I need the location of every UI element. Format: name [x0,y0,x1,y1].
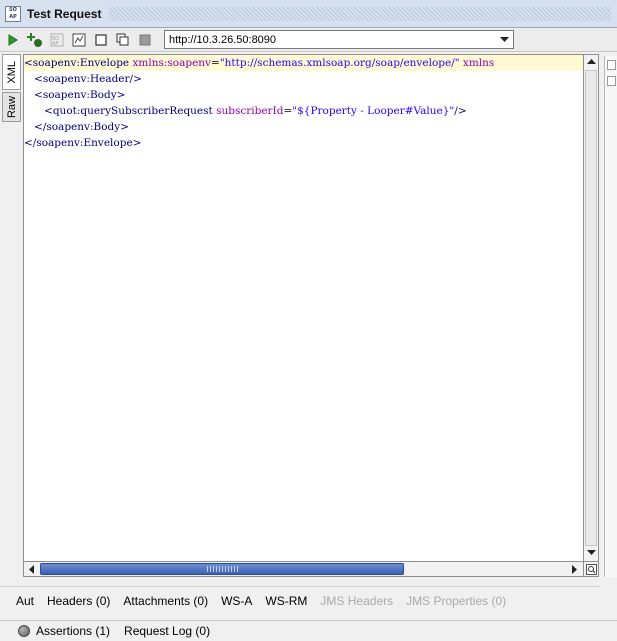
tab-jms-properties-0: JMS Properties (0) [406,593,507,608]
xml-token-tag: </soapenv:Body> [34,121,129,133]
xml-line[interactable]: <soapenv:Envelope xmlns:soapenv="http://… [24,55,583,71]
xml-token-str: "http://schemas.xmlsoap.org/soap/envelop… [219,57,460,69]
scroll-left-button[interactable] [25,562,39,576]
editor-view-tabs: XML Raw [2,54,22,574]
xml-token-attr: xmlns [459,57,495,69]
add-step-button[interactable] [26,31,44,49]
bottom-tabs-bar: Assertions (1) Request Log (0) [0,620,617,641]
stop-button[interactable] [136,31,154,49]
horizontal-scrollbar[interactable] [23,562,584,577]
soap-app-icon: SO AP [5,5,21,22]
arrow-left-icon [29,564,34,574]
chevron-down-icon[interactable] [495,31,513,48]
xml-token-plain: = [211,57,220,69]
stop-icon [139,34,151,45]
run-request-button[interactable] [4,31,22,49]
xml-line[interactable]: <soapenv:Body> [24,87,583,103]
xml-token-tag: /> [454,105,467,117]
pane-toggle-bottom-icon[interactable] [607,76,616,86]
window-title: Test Request [27,6,102,21]
pane-toggle-top-icon[interactable] [607,60,616,70]
scroll-up-button[interactable] [584,55,598,69]
arrow-right-icon [572,564,577,574]
run-icon [8,33,18,46]
endpoint-value[interactable]: http://10.3.26.50:8090 [165,34,276,46]
request-toolbar: SO AP http://10.3.26.50:8090 [0,28,617,52]
arrow-up-icon [586,59,596,64]
horizontal-scroll-thumb[interactable] [40,563,404,575]
tab-raw-label: Raw [5,95,18,118]
xml-token-attr: subscriberId [212,105,284,117]
tab-attachments-0[interactable]: Attachments (0) [123,594,208,608]
soap-disabled-button[interactable]: SO AP [48,31,66,49]
xml-token-attr: xmlns:soapenv [129,57,211,69]
maximize-editor-button[interactable] [92,31,110,49]
title-bar: SO AP Test Request [0,0,617,28]
soap-disabled-icon: SO AP [50,33,64,47]
response-pane-edge [604,56,617,577]
title-bar-grip[interactable] [109,6,611,21]
vertical-scroll-thumb[interactable] [585,70,597,546]
magnifier-icon [585,563,597,575]
vertical-scrollbar[interactable] [584,54,599,562]
tab-assertions[interactable]: Assertions (1) [36,624,110,638]
xml-token-tag: <soapenv:Envelope [24,57,130,69]
xml-token-tag: </soapenv:Envelope> [24,137,142,149]
request-tabs-bar: Aut Headers (0) Attachments (0) WS-A WS-RM JM… [0,586,600,614]
find-corner-button[interactable] [584,562,599,577]
tab-headers-0[interactable]: Headers (0) [47,594,110,608]
xml-line[interactable]: <quot:querySubscriberRequest subscriberI… [24,103,583,119]
xml-token-tag: <soapenv:Header/> [34,73,142,85]
xml-editor[interactable]: <soapenv:Envelope xmlns:soapenv="http://… [23,54,584,562]
xml-line[interactable]: </soapenv:Body> [24,119,583,135]
add-step-icon [27,32,42,47]
scroll-grip [207,566,239,572]
scroll-down-button[interactable] [584,546,598,560]
clone-request-button[interactable] [114,31,132,49]
wsdl-icon [72,33,86,46]
tab-raw[interactable]: Raw [2,92,21,122]
tab-xml-label: XML [5,60,18,84]
tab-aut[interactable]: Aut [16,594,34,608]
tab-ws-a[interactable]: WS-A [221,594,252,608]
xml-line[interactable]: </soapenv:Envelope> [24,135,583,151]
scroll-right-button[interactable] [568,562,582,576]
tab-jms-headers: JMS Headers [320,593,394,608]
xml-token-str: "${Property - Looper#Value}" [292,105,455,117]
tab-ws-rm[interactable]: WS-RM [265,594,307,608]
tab-request-log[interactable]: Request Log (0) [124,624,210,638]
square-icon [95,33,107,46]
xml-token-tag: <soapenv:Body> [34,89,126,101]
xml-token-plain: = [283,105,293,117]
tab-xml[interactable]: XML [2,54,21,90]
clone-icon [116,33,129,45]
xml-token-tag: <quot:querySubscriberRequest [44,105,213,117]
endpoint-combobox[interactable]: http://10.3.26.50:8090 [164,30,514,49]
svg-text:AP: AP [52,41,58,47]
wsdl-button[interactable] [70,31,88,49]
xml-line[interactable]: <soapenv:Header/> [24,71,583,87]
arrow-down-icon [586,550,596,555]
assertion-status-icon [18,625,30,637]
